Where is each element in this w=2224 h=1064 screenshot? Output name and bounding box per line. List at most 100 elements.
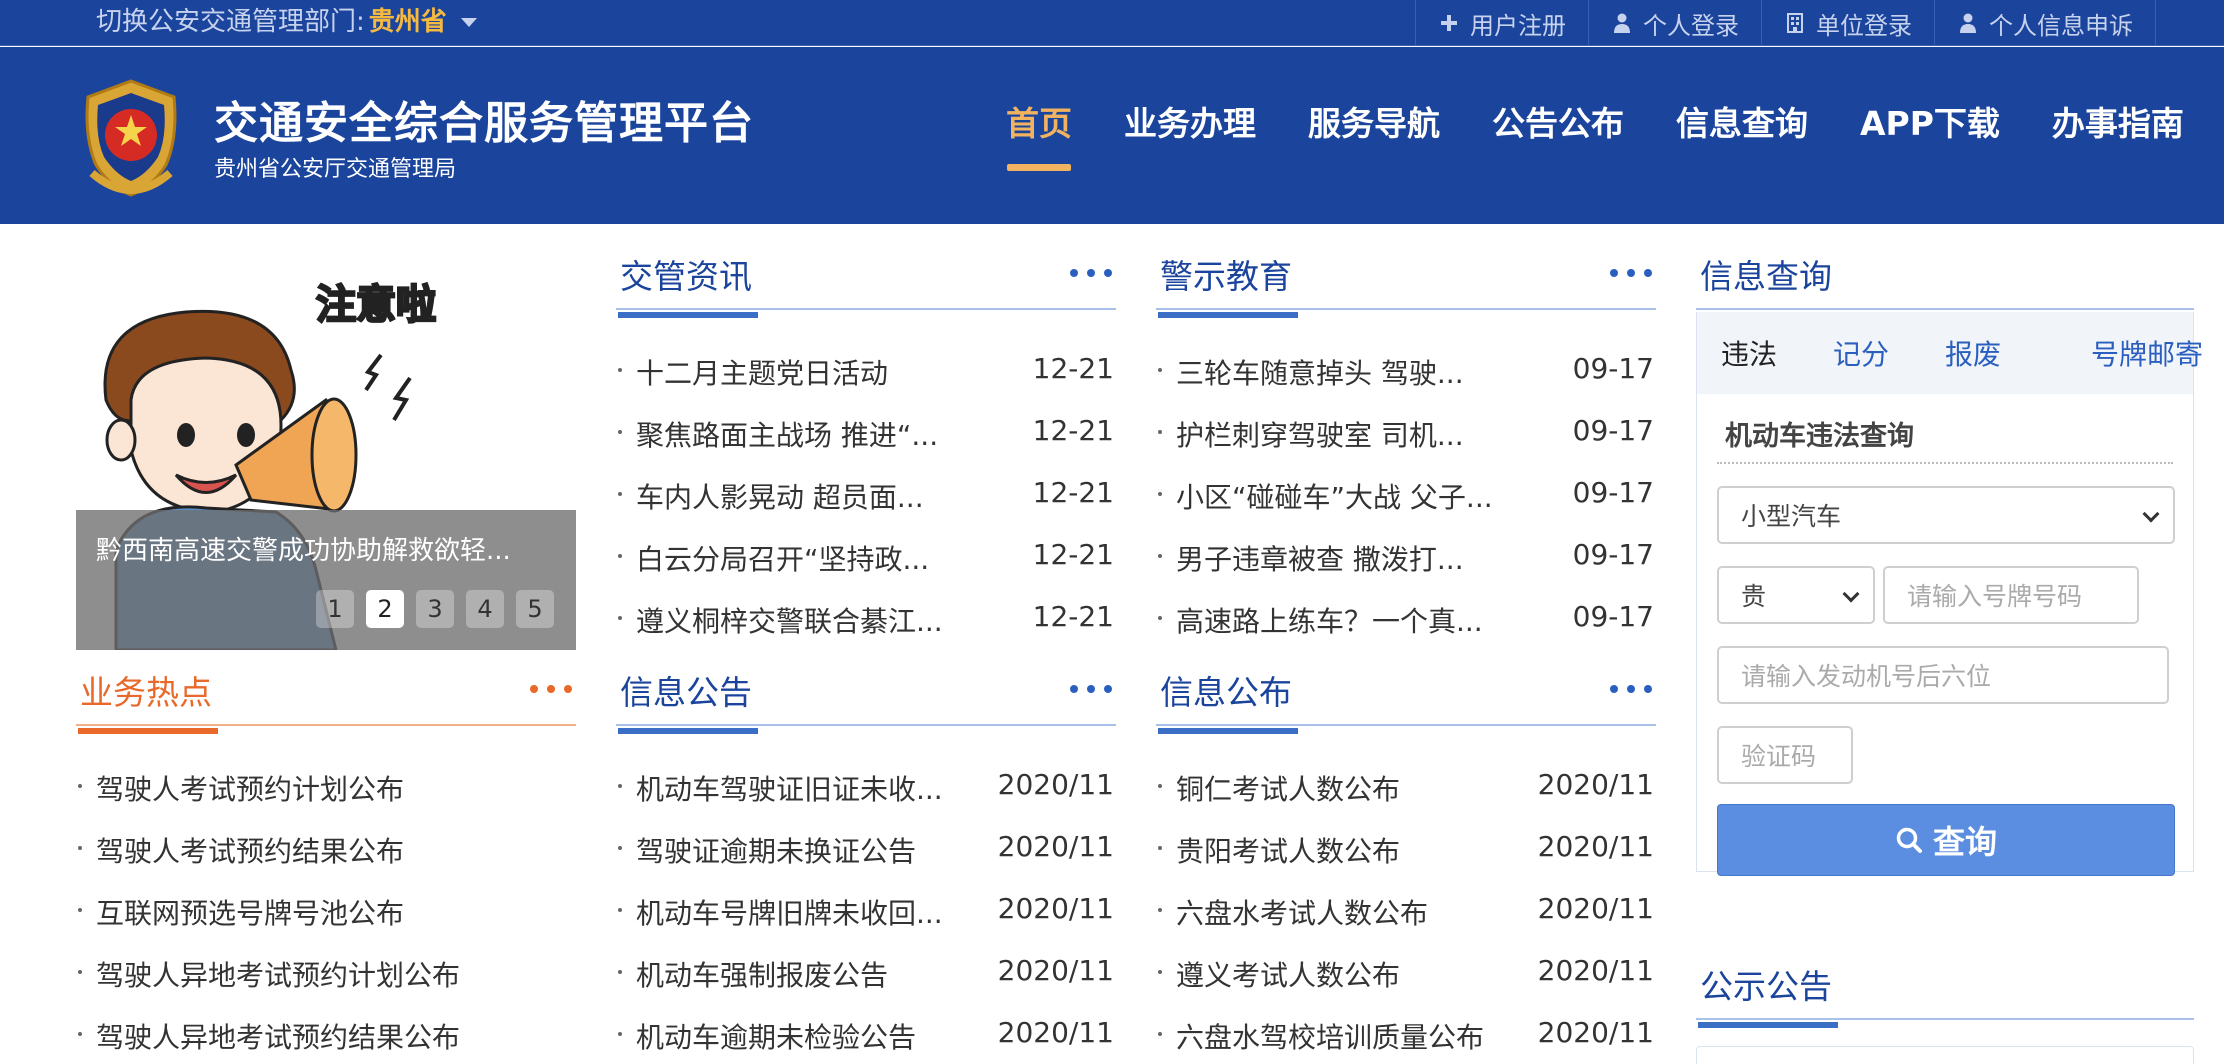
list-item-date: 2020/11 [1537,830,1654,863]
province-select[interactable]: 贵 [1717,566,1875,624]
nav-info-query[interactable]: 信息查询 [1676,97,1808,161]
public-notice-box [1696,1046,2194,1064]
list-item[interactable]: 六盘水考试人数公布 2020/11 [1156,878,1656,940]
list-item[interactable]: 车内人影晃动 超员面... 12-21 [616,462,1116,524]
list-item-date: 12-21 [1032,414,1114,447]
list-item[interactable]: 聚焦路面主战场 推进“... 12-21 [616,400,1116,462]
carousel-caption[interactable]: 黔西南高速交警成功协助解救欲轻... [96,530,566,567]
list-item[interactable]: 驾驶人考试预约计划公布 [76,754,576,816]
list-item-text: 十二月主题党日活动 [636,357,889,390]
nav-business[interactable]: 业务办理 [1124,97,1256,161]
chevron-down-icon [1842,585,1860,603]
nav-guide[interactable]: 办事指南 [2052,97,2184,161]
unit-login-link[interactable]: 单位登录 [1761,0,1934,46]
building-icon [1784,12,1806,34]
carousel-page-3[interactable]: 3 [416,590,454,628]
carousel-page-5[interactable]: 5 [516,590,554,628]
list-item[interactable]: 高速路上练车？一个真... 09-17 [1156,586,1656,648]
list-item[interactable]: 驾驶证逾期未换证公告 2020/11 [616,816,1116,878]
list-item-text: 驾驶人异地考试预约结果公布 [96,1021,461,1054]
list-item[interactable]: 驾驶人考试预约结果公布 [76,816,576,878]
news-carousel[interactable]: 注意啦 黔西南高速交警成功协助解救欲轻... 1 2 3 4 5 [76,250,576,650]
divider [1717,462,2173,464]
list-item[interactable]: 男子违章被查 撒泼打... 09-17 [1156,524,1656,586]
tab-points[interactable]: 记分 [1833,333,1889,373]
more-icon[interactable] [1601,258,1652,288]
tab-scrap[interactable]: 报废 [1945,333,2001,373]
list-item[interactable]: 十二月主题党日活动 12-21 [616,338,1116,400]
engine-number-input[interactable]: 请输入发动机号后六位 [1717,646,2169,704]
site-title: 交通安全综合服务管理平台 [214,98,754,149]
list-item[interactable]: 机动车逾期未检验公告 2020/11 [616,1002,1116,1064]
carousel-page-4[interactable]: 4 [466,590,504,628]
department-current[interactable]: 贵州省 [369,4,447,40]
list-item-text: 机动车逾期未检验公告 [636,1021,917,1054]
list-item[interactable]: 小区“碰碰车”大战 父子... 09-17 [1156,462,1656,524]
query-button[interactable]: 查询 [1717,804,2175,876]
public-notice-panel: 公示公告 [1696,960,2194,1028]
list-item-text: 三轮车随意掉头 驾驶... [1176,357,1464,390]
list-item-text: 贵阳考试人数公布 [1176,835,1401,868]
list-item-date: 2020/11 [1537,768,1654,801]
list-item-date: 09-17 [1572,538,1654,571]
info-query-panel: 信息查询 [1696,250,2194,318]
personal-login-link[interactable]: 个人登录 [1588,0,1761,46]
list-item[interactable]: 护栏刺穿驾驶室 司机... 09-17 [1156,400,1656,462]
list-item-text: 小区“碰碰车”大战 父子... [1176,481,1493,514]
list-item[interactable]: 贵阳考试人数公布 2020/11 [1156,816,1656,878]
list-item[interactable]: 驾驶人异地考试预约结果公布 [76,1002,576,1064]
more-icon[interactable] [1061,674,1112,704]
plus-icon [1438,12,1460,34]
list-item[interactable]: 遵义考试人数公布 2020/11 [1156,940,1656,1002]
tab-violation[interactable]: 违法 [1721,333,1777,373]
list-item[interactable]: 白云分局召开“坚持政... 12-21 [616,524,1116,586]
info-notice-list: 机动车驾驶证旧证未收... 2020/11 驾驶证逾期未换证公告 2020/11 机… [616,754,1116,1064]
carousel-pager: 1 2 3 4 5 [316,590,566,628]
list-item-date: 12-21 [1032,600,1114,633]
nav-announcements[interactable]: 公告公布 [1492,97,1624,161]
register-link[interactable]: 用户注册 [1415,0,1588,46]
query-subtitle: 机动车违法查询 [1725,421,1914,452]
panel-header: 公示公告 [1696,960,2194,1028]
plate-number-input[interactable]: 请输入号牌号码 [1883,566,2139,624]
panel-title: 信息查询 [1698,250,1838,318]
tab-plate-mail[interactable]: 号牌邮寄 [2091,333,2203,373]
panel-title: 信息公告 [618,666,758,734]
list-item[interactable]: 机动车号牌旧牌未收回... 2020/11 [616,878,1116,940]
main-nav: 首页 业务办理 服务导航 公告公布 信息查询 APP下载 办事指南 [1006,97,2224,177]
carousel-page-2[interactable]: 2 [366,590,404,628]
more-icon[interactable] [1601,674,1652,704]
list-item[interactable]: 驾驶人异地考试预约计划公布 [76,940,576,1002]
carousel-image-caption: 注意啦 [316,282,436,328]
hot-business-list: 驾驶人考试预约计划公布 驾驶人考试预约结果公布 互联网预选号牌号池公布 驾驶人异… [76,754,576,1064]
list-item[interactable]: 互联网预选号牌号池公布 [76,878,576,940]
captcha-input[interactable]: 验证码 [1717,726,1853,784]
list-item[interactable]: 铜仁考试人数公布 2020/11 [1156,754,1656,816]
nav-app-download[interactable]: APP下载 [1860,97,2000,161]
list-item-text: 护栏刺穿驾驶室 司机... [1176,419,1464,452]
vehicle-type-value: 小型汽车 [1741,502,1842,531]
carousel-page-1[interactable]: 1 [316,590,354,628]
nav-service-guide[interactable]: 服务导航 [1308,97,1440,161]
list-item[interactable]: 三轮车随意掉头 驾驶... 09-17 [1156,338,1656,400]
more-icon[interactable] [1061,258,1112,288]
top-bar: 切换公安交通管理部门: 贵州省 用户注册 个人登录 单位登录 个人信息申诉 [0,0,2224,46]
panel-title: 交管资讯 [618,250,758,318]
more-icon[interactable] [521,674,572,704]
list-item[interactable]: 遵义桐梓交警联合綦江... 12-21 [616,586,1116,648]
list-item[interactable]: 六盘水驾校培训质量公布 2020/11 [1156,1002,1656,1064]
info-publish-list: 铜仁考试人数公布 2020/11 贵阳考试人数公布 2020/11 六盘水考试人数公… [1156,754,1656,1064]
list-item-date: 09-17 [1572,352,1654,385]
caret-down-icon[interactable] [460,17,477,27]
list-item[interactable]: 机动车驾驶证旧证未收... 2020/11 [616,754,1116,816]
department-switcher[interactable]: 切换公安交通管理部门: 贵州省 [96,4,477,40]
info-notice-panel: 信息公告 机动车驾驶证旧证未收... 2020/11 驾驶证逾期未换证公告 2020… [616,666,1116,1064]
list-item-text: 遵义桐梓交警联合綦江... [636,605,943,638]
list-item-text: 互联网预选号牌号池公布 [96,897,405,930]
panel-title: 信息公布 [1158,666,1298,734]
person-icon [1957,12,1979,34]
nav-home[interactable]: 首页 [1006,97,1072,171]
personal-appeal-link[interactable]: 个人信息申诉 [1934,0,2156,46]
vehicle-type-select[interactable]: 小型汽车 [1717,486,2175,544]
list-item[interactable]: 机动车强制报废公告 2020/11 [616,940,1116,1002]
